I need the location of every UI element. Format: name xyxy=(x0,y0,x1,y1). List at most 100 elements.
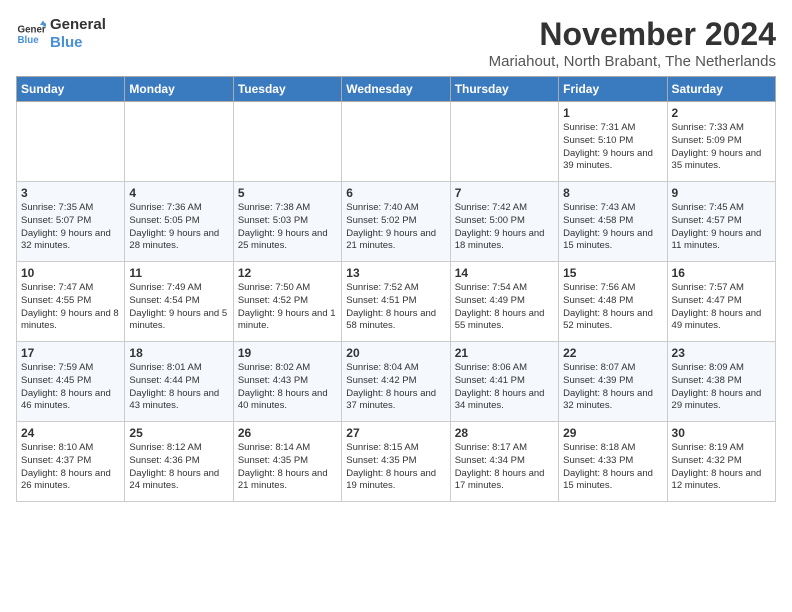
day-number: 29 xyxy=(563,426,662,440)
calendar-cell: 17 Sunrise: 7:59 AM Sunset: 4:45 PM Dayli… xyxy=(17,342,125,422)
calendar-header-row: SundayMondayTuesdayWednesdayThursdayFrid… xyxy=(17,77,776,102)
header-monday: Monday xyxy=(125,77,233,102)
day-info: Sunrise: 7:31 AM Sunset: 5:10 PM Dayligh… xyxy=(563,122,662,173)
header-tuesday: Tuesday xyxy=(233,77,341,102)
calendar-cell: 13 Sunrise: 7:52 AM Sunset: 4:51 PM Dayli… xyxy=(342,262,450,342)
calendar-week-row: 1 Sunrise: 7:31 AM Sunset: 5:10 PM Daylig… xyxy=(17,102,776,182)
calendar-cell: 12Sunrise: 7:50 AM Sunset: 4:52 PM Dayli… xyxy=(233,262,341,342)
calendar-cell: 18 Sunrise: 8:01 AM Sunset: 4:44 PM Dayli… xyxy=(125,342,233,422)
day-info: Sunrise: 7:45 AM Sunset: 4:57 PM Dayligh… xyxy=(672,202,771,253)
day-number: 1 xyxy=(563,106,662,120)
calendar-cell: 11 Sunrise: 7:49 AM Sunset: 4:54 PM Dayli… xyxy=(125,262,233,342)
calendar-cell: 16 Sunrise: 7:57 AM Sunset: 4:47 PM Dayli… xyxy=(667,262,775,342)
day-info: Sunrise: 7:40 AM Sunset: 5:02 PM Dayligh… xyxy=(346,202,445,253)
svg-text:General: General xyxy=(18,25,47,36)
day-info: Sunrise: 8:04 AM Sunset: 4:42 PM Dayligh… xyxy=(346,362,445,413)
day-number: 16 xyxy=(672,266,771,280)
calendar-cell: 19 Sunrise: 8:02 AM Sunset: 4:43 PM Dayli… xyxy=(233,342,341,422)
calendar-cell: 29 Sunrise: 8:18 AM Sunset: 4:33 PM Dayli… xyxy=(559,422,667,502)
day-info: Sunrise: 7:42 AM Sunset: 5:00 PM Dayligh… xyxy=(455,202,554,253)
day-number: 13 xyxy=(346,266,445,280)
calendar-cell: 20 Sunrise: 8:04 AM Sunset: 4:42 PM Dayli… xyxy=(342,342,450,422)
day-number: 19 xyxy=(238,346,337,360)
calendar-week-row: 10 Sunrise: 7:47 AM Sunset: 4:55 PM Dayli… xyxy=(17,262,776,342)
day-number: 20 xyxy=(346,346,445,360)
day-number: 28 xyxy=(455,426,554,440)
header-sunday: Sunday xyxy=(17,77,125,102)
day-number: 14 xyxy=(455,266,554,280)
calendar-cell xyxy=(125,102,233,182)
day-number: 11 xyxy=(129,266,228,280)
logo-line2: Blue xyxy=(50,34,106,52)
day-number: 27 xyxy=(346,426,445,440)
day-number: 8 xyxy=(563,186,662,200)
day-info: Sunrise: 8:01 AM Sunset: 4:44 PM Dayligh… xyxy=(129,362,228,413)
calendar-cell: 2 Sunrise: 7:33 AM Sunset: 5:09 PM Daylig… xyxy=(667,102,775,182)
day-info: Sunrise: 7:38 AM Sunset: 5:03 PM Dayligh… xyxy=(238,202,337,253)
day-info: Sunrise: 7:54 AM Sunset: 4:49 PM Dayligh… xyxy=(455,282,554,333)
day-info: Sunrise: 7:49 AM Sunset: 4:54 PM Dayligh… xyxy=(129,282,228,333)
day-info: Sunrise: 7:43 AM Sunset: 4:58 PM Dayligh… xyxy=(563,202,662,253)
day-info: Sunrise: 8:14 AM Sunset: 4:35 PM Dayligh… xyxy=(238,442,337,493)
logo-icon: General Blue xyxy=(16,19,46,49)
day-number: 4 xyxy=(129,186,228,200)
calendar-cell: 6 Sunrise: 7:40 AM Sunset: 5:02 PM Daylig… xyxy=(342,182,450,262)
location-subtitle: Mariahout, North Brabant, The Netherland… xyxy=(489,53,776,70)
month-title: November 2024 xyxy=(489,16,776,53)
calendar-cell: 9 Sunrise: 7:45 AM Sunset: 4:57 PM Daylig… xyxy=(667,182,775,262)
day-info: Sunrise: 7:33 AM Sunset: 5:09 PM Dayligh… xyxy=(672,122,771,173)
day-number: 21 xyxy=(455,346,554,360)
calendar-cell xyxy=(342,102,450,182)
day-number: 18 xyxy=(129,346,228,360)
day-number: 15 xyxy=(563,266,662,280)
day-info: Sunrise: 8:12 AM Sunset: 4:36 PM Dayligh… xyxy=(129,442,228,493)
day-info: Sunrise: 7:59 AM Sunset: 4:45 PM Dayligh… xyxy=(21,362,120,413)
calendar-week-row: 17 Sunrise: 7:59 AM Sunset: 4:45 PM Dayli… xyxy=(17,342,776,422)
day-info: Sunrise: 8:02 AM Sunset: 4:43 PM Dayligh… xyxy=(238,362,337,413)
logo-line1: General xyxy=(50,16,106,34)
day-info: Sunrise: 8:10 AM Sunset: 4:37 PM Dayligh… xyxy=(21,442,120,493)
day-info: Sunrise: 8:15 AM Sunset: 4:35 PM Dayligh… xyxy=(346,442,445,493)
calendar-cell: 4 Sunrise: 7:36 AM Sunset: 5:05 PM Daylig… xyxy=(125,182,233,262)
day-number: 25 xyxy=(129,426,228,440)
calendar-cell: 15Sunrise: 7:56 AM Sunset: 4:48 PM Dayli… xyxy=(559,262,667,342)
logo: General Blue General Blue xyxy=(16,16,106,52)
day-info: Sunrise: 7:57 AM Sunset: 4:47 PM Dayligh… xyxy=(672,282,771,333)
day-info: Sunrise: 8:18 AM Sunset: 4:33 PM Dayligh… xyxy=(563,442,662,493)
day-number: 24 xyxy=(21,426,120,440)
day-number: 6 xyxy=(346,186,445,200)
header-friday: Friday xyxy=(559,77,667,102)
calendar-cell: 14 Sunrise: 7:54 AM Sunset: 4:49 PM Dayli… xyxy=(450,262,558,342)
day-number: 23 xyxy=(672,346,771,360)
calendar-cell: 8 Sunrise: 7:43 AM Sunset: 4:58 PM Daylig… xyxy=(559,182,667,262)
calendar-cell: 22 Sunrise: 8:07 AM Sunset: 4:39 PM Dayli… xyxy=(559,342,667,422)
calendar-cell xyxy=(17,102,125,182)
day-info: Sunrise: 8:19 AM Sunset: 4:32 PM Dayligh… xyxy=(672,442,771,493)
day-info: Sunrise: 7:35 AM Sunset: 5:07 PM Dayligh… xyxy=(21,202,120,253)
day-info: Sunrise: 8:06 AM Sunset: 4:41 PM Dayligh… xyxy=(455,362,554,413)
header-saturday: Saturday xyxy=(667,77,775,102)
day-info: Sunrise: 7:47 AM Sunset: 4:55 PM Dayligh… xyxy=(21,282,120,333)
day-number: 22 xyxy=(563,346,662,360)
day-number: 9 xyxy=(672,186,771,200)
day-number: 30 xyxy=(672,426,771,440)
calendar-cell: 27 Sunrise: 8:15 AM Sunset: 4:35 PM Dayli… xyxy=(342,422,450,502)
day-info: Sunrise: 8:09 AM Sunset: 4:38 PM Dayligh… xyxy=(672,362,771,413)
day-number: 7 xyxy=(455,186,554,200)
day-number: 2 xyxy=(672,106,771,120)
calendar-cell: 24 Sunrise: 8:10 AM Sunset: 4:37 PM Dayli… xyxy=(17,422,125,502)
calendar-cell: 30 Sunrise: 8:19 AM Sunset: 4:32 PM Dayli… xyxy=(667,422,775,502)
calendar-cell: 28 Sunrise: 8:17 AM Sunset: 4:34 PM Dayli… xyxy=(450,422,558,502)
calendar-cell: 1 Sunrise: 7:31 AM Sunset: 5:10 PM Daylig… xyxy=(559,102,667,182)
day-number: 10 xyxy=(21,266,120,280)
day-number: 12 xyxy=(238,266,337,280)
calendar-cell: 25 Sunrise: 8:12 AM Sunset: 4:36 PM Dayli… xyxy=(125,422,233,502)
day-info: Sunrise: 7:52 AM Sunset: 4:51 PM Dayligh… xyxy=(346,282,445,333)
day-info: Sunrise: 8:07 AM Sunset: 4:39 PM Dayligh… xyxy=(563,362,662,413)
day-info: Sunrise: 7:36 AM Sunset: 5:05 PM Dayligh… xyxy=(129,202,228,253)
calendar-cell: 7 Sunrise: 7:42 AM Sunset: 5:00 PM Daylig… xyxy=(450,182,558,262)
calendar-cell: 26Sunrise: 8:14 AM Sunset: 4:35 PM Dayli… xyxy=(233,422,341,502)
day-number: 17 xyxy=(21,346,120,360)
day-info: Sunrise: 8:17 AM Sunset: 4:34 PM Dayligh… xyxy=(455,442,554,493)
header-thursday: Thursday xyxy=(450,77,558,102)
